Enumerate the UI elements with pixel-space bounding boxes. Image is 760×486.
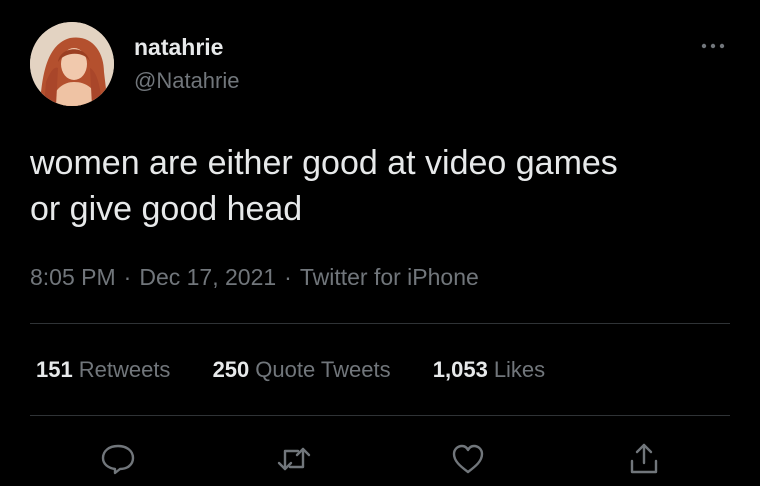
quote-tweets-count: 250 [212, 357, 250, 382]
like-button[interactable] [448, 441, 488, 477]
tweet-text-line: women are either good at video games [30, 144, 618, 182]
tweet-card: natahrie @Natahrie women are either good… [0, 0, 760, 486]
likes-count: 1,053 [432, 357, 488, 382]
quote-tweets-label: Quote Tweets [255, 357, 391, 382]
reply-button[interactable] [98, 441, 138, 477]
tweet-stats: 151 Retweets 250 Quote Tweets 1,053 Likes [36, 357, 581, 383]
user-handle[interactable]: @Natahrie [134, 68, 240, 94]
divider [30, 323, 730, 324]
retweets-count: 151 [36, 357, 73, 382]
tweet-date[interactable]: Dec 17, 2021 [139, 264, 276, 290]
quote-tweets-stat[interactable]: 250 Quote Tweets [213, 357, 391, 383]
share-button[interactable] [624, 441, 664, 477]
more-options-icon[interactable] [696, 36, 730, 56]
avatar[interactable] [30, 22, 114, 106]
heart-icon [452, 444, 484, 474]
tweet-metadata: 8:05 PM · Dec 17, 2021 · Twitter for iPhone [30, 264, 479, 291]
likes-stat[interactable]: 1,053 Likes [433, 357, 545, 383]
profile-photo-icon [30, 22, 114, 106]
meta-separator: · [284, 264, 292, 290]
divider [30, 415, 730, 416]
tweet-text: women are either good at video games or … [30, 140, 745, 232]
likes-label: Likes [493, 357, 546, 382]
tweet-time[interactable]: 8:05 PM [30, 264, 116, 290]
display-name[interactable]: natahrie [134, 34, 223, 61]
share-icon [630, 443, 658, 474]
tweet-text-line: or give good head [30, 190, 303, 228]
reply-icon [101, 444, 135, 475]
retweet-button[interactable] [274, 441, 314, 477]
meta-separator: · [123, 264, 132, 290]
retweets-stat[interactable]: 151 Retweets [36, 357, 170, 383]
retweet-icon [277, 447, 311, 471]
retweets-label: Retweets [78, 357, 171, 382]
tweet-source[interactable]: Twitter for iPhone [300, 264, 479, 290]
